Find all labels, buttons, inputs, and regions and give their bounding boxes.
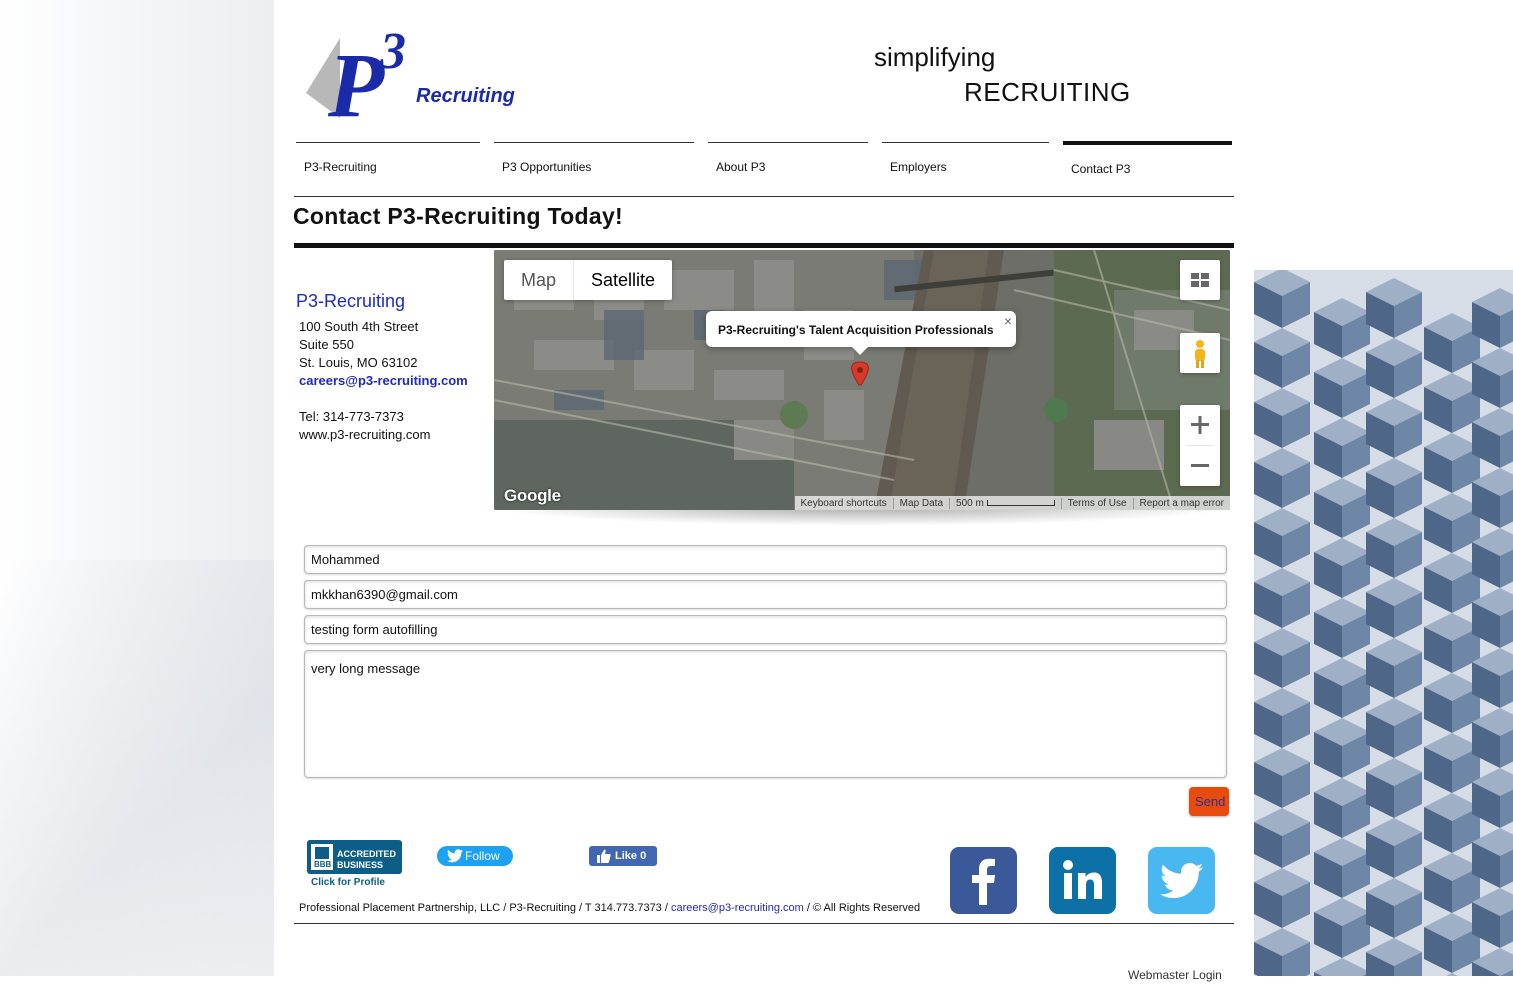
footer-divider	[294, 923, 1234, 924]
twitter-follow-button[interactable]: Follow	[437, 846, 513, 866]
nav-item-contact-p3[interactable]: Contact P3	[1063, 141, 1232, 199]
twitter-link[interactable]	[1148, 847, 1215, 914]
bbb-business-text: BUSINESS	[337, 860, 383, 870]
map-scale: 500 m	[949, 497, 1061, 509]
grid-icon	[1191, 273, 1209, 287]
message-textarea[interactable]: very long message	[304, 650, 1227, 778]
address-street: 100 South 4th Street	[299, 319, 419, 334]
tagline-recruiting: RECRUITING	[964, 77, 1131, 107]
p3-recruiting-logo[interactable]: P 3 Recruiting	[300, 18, 515, 136]
map-data-link[interactable]: Map Data	[892, 497, 949, 509]
zoom-out-button[interactable]	[1180, 446, 1220, 486]
bbb-brand-text: BBB	[314, 860, 332, 869]
main-nav: P3-Recruiting P3 Opportunities About P3 …	[296, 141, 1234, 199]
close-icon[interactable]: ×	[1004, 313, 1012, 329]
twitter-follow-label: Follow	[465, 849, 500, 863]
scale-bar	[986, 499, 1055, 506]
map-footer: Keyboard shortcuts Map Data 500 m Terms …	[794, 496, 1230, 510]
address-website: www.p3-recruiting.com	[299, 427, 431, 442]
map-type-map-button[interactable]: Map	[504, 260, 573, 300]
terms-of-use-link[interactable]: Terms of Use	[1060, 497, 1133, 509]
twitter-bird-icon	[447, 849, 463, 863]
page-title: Contact P3-Recruiting Today!	[293, 203, 623, 229]
minus-icon	[1191, 464, 1209, 467]
bbb-accredited-text: ACCREDITED	[337, 849, 397, 859]
pegman-icon	[1195, 340, 1205, 368]
bbb-accredited-badge[interactable]: BBB ACCREDITED BUSINESS Click for Profil…	[307, 840, 402, 888]
street-view-pegman-button[interactable]	[1180, 333, 1220, 373]
facebook-like-label: Like 0	[615, 850, 647, 862]
nav-item-employers[interactable]: Employers	[882, 142, 1049, 197]
footer-email-link[interactable]: careers@p3-recruiting.com	[671, 902, 804, 914]
address-city: St. Louis, MO 63102	[299, 355, 418, 370]
email-input[interactable]	[304, 580, 1227, 609]
footer-text-after: / © All Rights Reserved	[803, 902, 921, 914]
keyboard-shortcuts-link[interactable]: Keyboard shortcuts	[795, 498, 893, 509]
nav-item-about-p3[interactable]: About P3	[708, 142, 868, 197]
nav-divider	[294, 196, 1234, 197]
send-button[interactable]: Send	[1189, 787, 1229, 816]
bbb-click-text: Click for Profile	[311, 877, 385, 888]
svg-text:Recruiting: Recruiting	[416, 85, 515, 107]
address-tel: Tel: 314-773-7373	[299, 409, 404, 424]
map-scale-label: 500 m	[956, 497, 984, 509]
footer-text-before: Professional Placement Partnership, LLC …	[299, 902, 671, 914]
google-map[interactable]: Map Satellite P3-Recruiting's Talent Acq…	[494, 250, 1230, 510]
map-type-control: Map Satellite	[504, 260, 673, 300]
name-input[interactable]	[304, 545, 1227, 574]
twitter-icon	[1160, 862, 1204, 899]
svg-text:P: P	[327, 34, 385, 133]
decorative-cubes-image	[1254, 270, 1513, 976]
nav-item-p3-opportunities[interactable]: P3 Opportunities	[494, 142, 694, 197]
facebook-icon	[972, 858, 995, 905]
webmaster-login-link[interactable]: Webmaster Login	[1128, 968, 1222, 982]
subject-input[interactable]	[304, 615, 1227, 644]
nav-item-p3-recruiting[interactable]: P3-Recruiting	[296, 142, 480, 197]
report-map-error-link[interactable]: Report a map error	[1132, 497, 1230, 509]
linkedin-link[interactable]	[1049, 847, 1116, 914]
tagline-simplifying: simplifying	[874, 42, 996, 72]
footer-text: Professional Placement Partnership, LLC …	[299, 902, 920, 914]
address-block: 100 South 4th Street Suite 550 St. Louis…	[299, 318, 468, 444]
address-email-link[interactable]: careers@p3-recruiting.com	[299, 372, 468, 390]
bbb-badge-graphic: BBB ACCREDITED BUSINESS Click for Profil…	[307, 840, 402, 888]
map-info-window: P3-Recruiting's Talent Acquisition Profe…	[706, 311, 1016, 355]
zoom-in-button[interactable]	[1180, 405, 1220, 445]
fullscreen-button[interactable]	[1180, 260, 1220, 300]
info-window-text: P3-Recruiting's Talent Acquisition Profe…	[718, 323, 994, 337]
facebook-link[interactable]	[950, 847, 1017, 914]
plus-icon	[1191, 416, 1209, 434]
google-logo: Google	[504, 486, 561, 505]
page-background-left	[0, 0, 274, 976]
svg-text:3: 3	[379, 23, 406, 80]
address-spacer	[299, 390, 468, 408]
zoom-control	[1180, 405, 1220, 486]
linkedin-icon	[1063, 860, 1102, 899]
title-divider	[294, 243, 1234, 248]
address-suite: Suite 550	[299, 337, 354, 352]
company-name: P3-Recruiting	[296, 291, 406, 311]
map-type-satellite-button[interactable]: Satellite	[573, 260, 672, 300]
thumbs-up-icon	[597, 849, 611, 863]
facebook-like-button[interactable]: Like 0	[589, 846, 657, 866]
